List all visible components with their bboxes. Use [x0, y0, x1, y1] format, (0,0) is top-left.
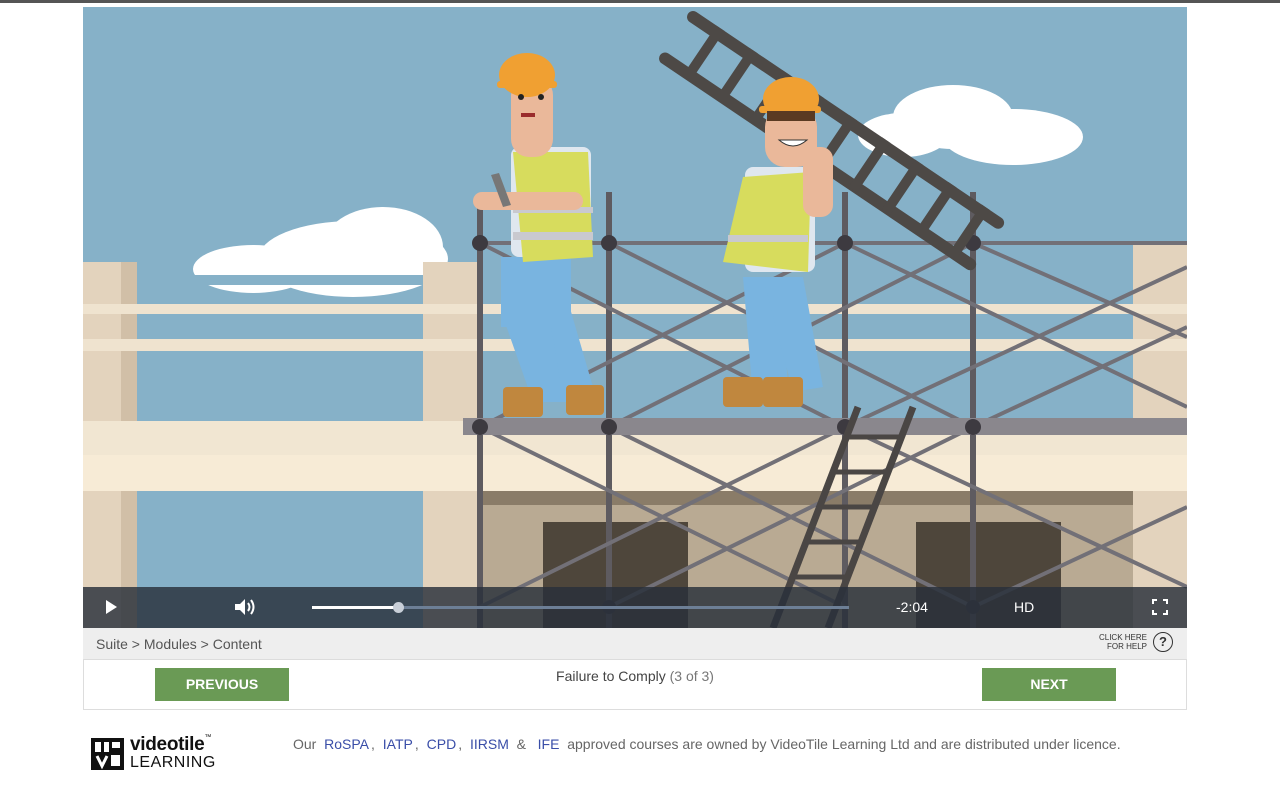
footer-comma: ,	[458, 736, 463, 752]
logo-mark-icon	[91, 738, 124, 770]
lesson-navigation: PREVIOUS Failure to Comply (3 of 3) NEXT	[83, 659, 1187, 710]
player-controls: -2:04 HD	[83, 587, 1187, 628]
footer-link-iatp[interactable]: IATP	[383, 736, 413, 752]
help-link[interactable]: CLICK HERE FOR HELP ?	[1099, 632, 1173, 652]
play-icon	[106, 600, 117, 614]
video-frame	[83, 7, 1187, 628]
lesson-count: (3 of 3)	[669, 668, 714, 684]
logo-word: videotile	[130, 734, 205, 755]
logo-wordmark: videotile™	[130, 734, 211, 756]
footer-link-iirsm[interactable]: IIRSM	[470, 736, 509, 752]
help-icon[interactable]: ?	[1153, 632, 1173, 652]
play-button[interactable]	[103, 599, 119, 615]
seek-bar-played	[312, 606, 398, 609]
time-remaining: -2:04	[896, 599, 928, 615]
footer-comma: ,	[371, 736, 375, 752]
footer-link-rospa[interactable]: RoSPA	[324, 736, 369, 752]
footer-suffix: approved courses are owned by VideoTile …	[567, 736, 1121, 752]
logo-subtitle: LEARNING	[130, 754, 216, 771]
next-button[interactable]: NEXT	[982, 668, 1116, 701]
breadcrumb-bar: Suite > Modules > Content CLICK HERE FOR…	[83, 628, 1187, 660]
logo-trademark: ™	[204, 734, 212, 741]
top-border	[0, 0, 1280, 3]
footer-link-ife[interactable]: IFE	[538, 736, 560, 752]
footer-text: Our RoSPA, IATP, CPD, IIRSM & IFE approv…	[293, 736, 1121, 752]
breadcrumb: Suite > Modules > Content	[96, 636, 262, 652]
volume-icon	[235, 599, 255, 615]
volume-button[interactable]	[233, 597, 257, 617]
help-line-1: CLICK HERE	[1098, 633, 1147, 642]
help-text: CLICK HERE FOR HELP	[1099, 633, 1147, 651]
lesson-name: Failure to Comply	[556, 668, 666, 684]
fullscreen-icon	[1152, 599, 1168, 615]
quality-button[interactable]: HD	[1014, 599, 1034, 615]
footer-ampersand: &	[516, 736, 526, 752]
seek-bar[interactable]	[312, 602, 849, 613]
video-player[interactable]: -2:04 HD	[83, 7, 1187, 628]
footer-link-cpd[interactable]: CPD	[427, 736, 457, 752]
help-line-2: FOR HELP	[1106, 642, 1147, 651]
footer-prefix: Our	[293, 736, 317, 752]
fullscreen-button[interactable]	[1152, 599, 1168, 615]
videotile-logo: videotile™ LEARNING	[91, 734, 221, 772]
seek-handle[interactable]	[392, 602, 404, 613]
footer-comma: ,	[414, 736, 419, 752]
